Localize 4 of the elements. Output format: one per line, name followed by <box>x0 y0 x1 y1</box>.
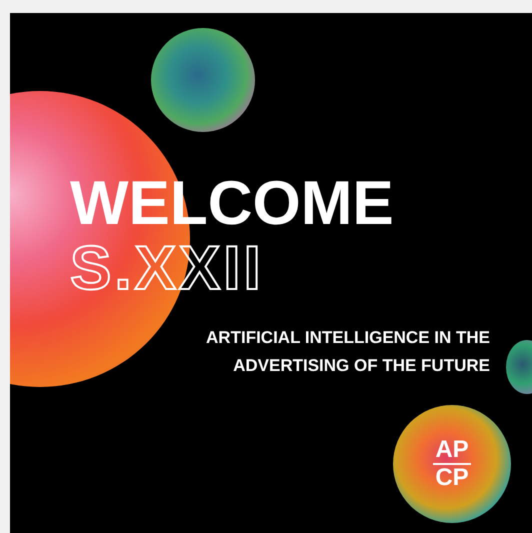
logo-text: CP <box>435 466 469 490</box>
tagline: ADVERTISING OF THE FUTURE <box>233 355 490 377</box>
logo-text: AP <box>435 438 469 462</box>
tagline: ARTIFICIAL INTELLIGENCE IN THE <box>206 327 490 349</box>
